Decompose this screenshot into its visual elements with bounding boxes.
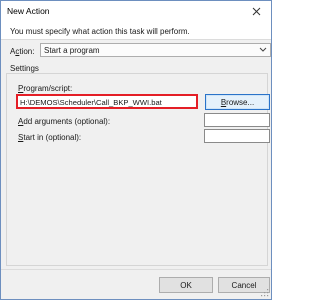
new-action-dialog: New Action You must specify what action … <box>0 0 272 300</box>
window-title: New Action <box>7 6 50 16</box>
resize-grip-icon[interactable] <box>260 288 269 297</box>
instruction-text: You must specify what action this task w… <box>10 27 190 36</box>
chevron-down-icon <box>259 47 267 52</box>
ok-button[interactable]: OK <box>159 277 213 293</box>
ok-button-label: OK <box>180 280 192 290</box>
add-arguments-input[interactable] <box>204 113 270 127</box>
title-bar[interactable]: New Action <box>1 1 271 22</box>
browse-button[interactable]: Browse... <box>205 94 270 110</box>
action-dropdown[interactable]: Start a program <box>40 43 271 57</box>
settings-group-label: Settings <box>10 64 39 73</box>
close-icon <box>252 7 260 16</box>
action-label: Action: <box>10 47 35 56</box>
footer-divider <box>1 269 271 270</box>
add-arguments-label: Add arguments (optional): <box>18 117 111 126</box>
program-script-label: Program/script: <box>18 84 73 93</box>
action-selected-value: Start a program <box>44 46 100 55</box>
browse-button-label: Browse... <box>220 97 255 107</box>
instruction-band: You must specify what action this task w… <box>1 22 271 40</box>
close-button[interactable] <box>241 1 271 22</box>
cancel-button-label: Cancel <box>231 280 257 290</box>
start-in-label: Start in (optional): <box>18 133 82 142</box>
start-in-input[interactable] <box>204 129 270 143</box>
program-script-input[interactable]: H:\DEMOS\Scheduler\Call_BKP_WWI.bat <box>16 94 198 109</box>
program-script-value: H:\DEMOS\Scheduler\Call_BKP_WWI.bat <box>20 98 162 107</box>
